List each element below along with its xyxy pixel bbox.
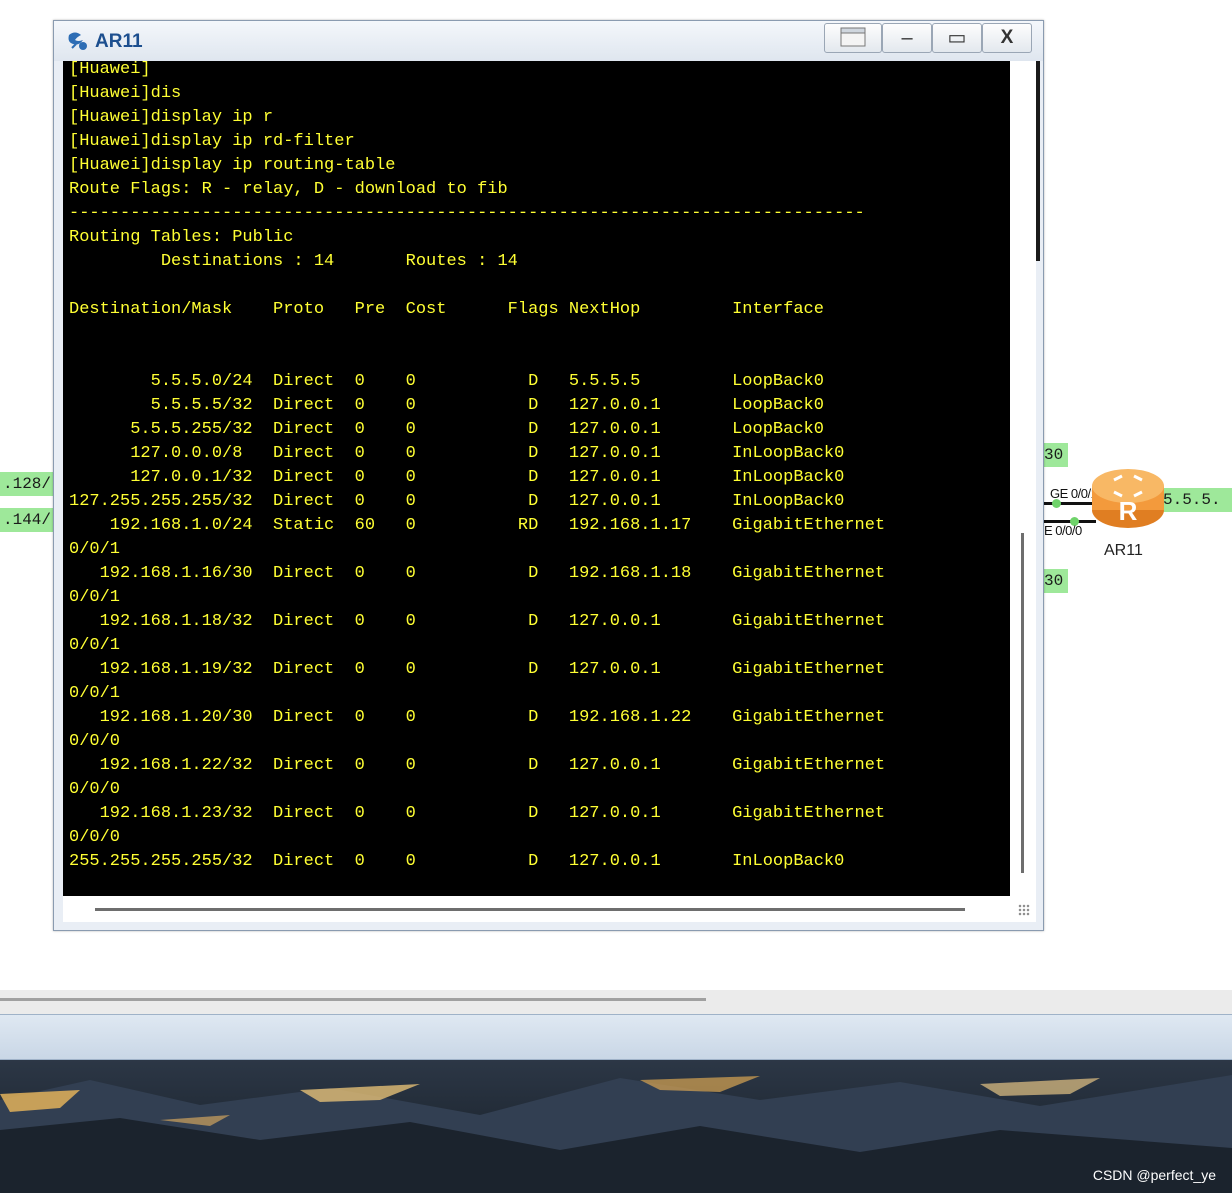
terminal-line: Route Flags: R - relay, D - download to … [69, 180, 508, 199]
terminal-line: 192.168.1.22/32 Direct 0 0 D 127.0.0.1 G… [69, 756, 886, 775]
canvas-scroll-thumb[interactable] [0, 998, 706, 1001]
terminal-line: [Huawei] [69, 61, 151, 79]
loopback-label[interactable]: 5.5.5. [1160, 488, 1232, 512]
terminal-line: 192.168.1.19/32 Direct 0 0 D 127.0.0.1 G… [69, 660, 886, 679]
terminal-line: [Huawei]dis [69, 84, 182, 103]
terminal-line: 0/0/0 [69, 732, 121, 751]
status-bar [0, 1014, 1232, 1060]
terminal-line: 192.168.1.23/32 Direct 0 0 D 127.0.0.1 G… [69, 804, 886, 823]
vertical-scrollbar[interactable] [1010, 61, 1040, 896]
port-label-ge000: E 0/0/0 [1044, 523, 1082, 538]
terminal-line: [Huawei]display ip rd-filter [69, 132, 355, 151]
terminal-line: 0/0/1 [69, 588, 121, 607]
right-link-label-2[interactable]: 30 [1044, 569, 1068, 593]
terminal-line: 0/0/0 [69, 780, 121, 799]
wallpaper-image [0, 1075, 1232, 1193]
terminal-line: Destinations : 14 Routes : 14 [69, 252, 518, 271]
window-title: AR11 [95, 31, 143, 52]
terminal-line: 5.5.5.5/32 Direct 0 0 D 127.0.0.1 LoopBa… [69, 396, 824, 415]
left-link-label-1[interactable]: .128/ [0, 472, 56, 496]
terminal-line: 192.168.1.20/30 Direct 0 0 D 192.168.1.2… [69, 708, 886, 727]
terminal-line: 127.0.0.1/32 Direct 0 0 D 127.0.0.1 InLo… [69, 468, 845, 487]
close-button[interactable]: X [982, 23, 1032, 53]
watermark-text: CSDN @perfect_ye [1092, 1167, 1216, 1183]
vertical-scroll-thumb[interactable] [1021, 533, 1024, 873]
router-name[interactable]: AR11 [1104, 542, 1143, 560]
horizontal-scrollbar[interactable] [63, 896, 1036, 922]
canvas-horizontal-scrollbar[interactable] [0, 990, 1232, 1014]
router-badge: R [1119, 496, 1138, 526]
window-titlebar[interactable]: AR11 – ▭ X [54, 21, 1043, 61]
panel-icon [840, 27, 866, 47]
terminal-line: 0/0/1 [69, 636, 121, 655]
terminal-line: [Huawei]display ip r [69, 108, 274, 127]
terminal-line: Destination/Mask Proto Pre Cost Flags Ne… [69, 300, 824, 319]
maximize-button[interactable]: ▭ [932, 23, 982, 53]
terminal-line: 0/0/0 [69, 828, 121, 847]
desktop-wallpaper: CSDN @perfect_ye [0, 1060, 1232, 1193]
terminal-line: ----------------------------------------… [69, 204, 865, 223]
terminal-line: 192.168.1.0/24 Static 60 0 RD 192.168.1.… [69, 516, 886, 535]
horizontal-scroll-thumb[interactable] [95, 908, 965, 911]
terminal-line: Routing Tables: Public [69, 228, 294, 247]
terminal-line: 5.5.5.0/24 Direct 0 0 D 5.5.5.5 LoopBack… [69, 372, 824, 391]
terminal-output[interactable]: [Huawei] [Huawei]dis [Huawei]display ip r [… [63, 61, 1010, 896]
terminal-line: 127.0.0.0/8 Direct 0 0 D 127.0.0.1 InLoo… [69, 444, 845, 463]
resize-grip-icon[interactable] [1018, 904, 1030, 916]
ensp-app-icon [68, 32, 87, 50]
terminal-line: [Huawei]display ip routing-table [69, 156, 396, 175]
terminal-line: 5.5.5.255/32 Direct 0 0 D 127.0.0.1 Loop… [69, 420, 824, 439]
terminal-line: 255.255.255.255/32 Direct 0 0 D 127.0.0.… [69, 852, 845, 871]
console-window[interactable]: AR11 – ▭ X [Huawei] [Huawei]dis [Huawei]di… [53, 20, 1044, 931]
terminal-line: 127.255.255.255/32 Direct 0 0 D 127.0.0.… [69, 492, 845, 511]
left-link-label-2[interactable]: .144/ [0, 508, 56, 532]
terminal-line: 192.168.1.16/30 Direct 0 0 D 192.168.1.1… [69, 564, 886, 583]
router-icon[interactable]: R [1090, 466, 1166, 530]
terminal-line: 192.168.1.18/32 Direct 0 0 D 127.0.0.1 G… [69, 612, 886, 631]
terminal-line: 0/0/1 [69, 684, 121, 703]
terminal-lines: [Huawei] [Huawei]dis [Huawei]display ip r [… [69, 61, 885, 896]
terminal-line: 0/0/1 [69, 540, 121, 559]
settings-button[interactable] [824, 23, 882, 53]
right-link-label-1[interactable]: 30 [1044, 443, 1068, 467]
minimize-button[interactable]: – [882, 23, 932, 53]
scrollbar-edge [1036, 61, 1040, 261]
